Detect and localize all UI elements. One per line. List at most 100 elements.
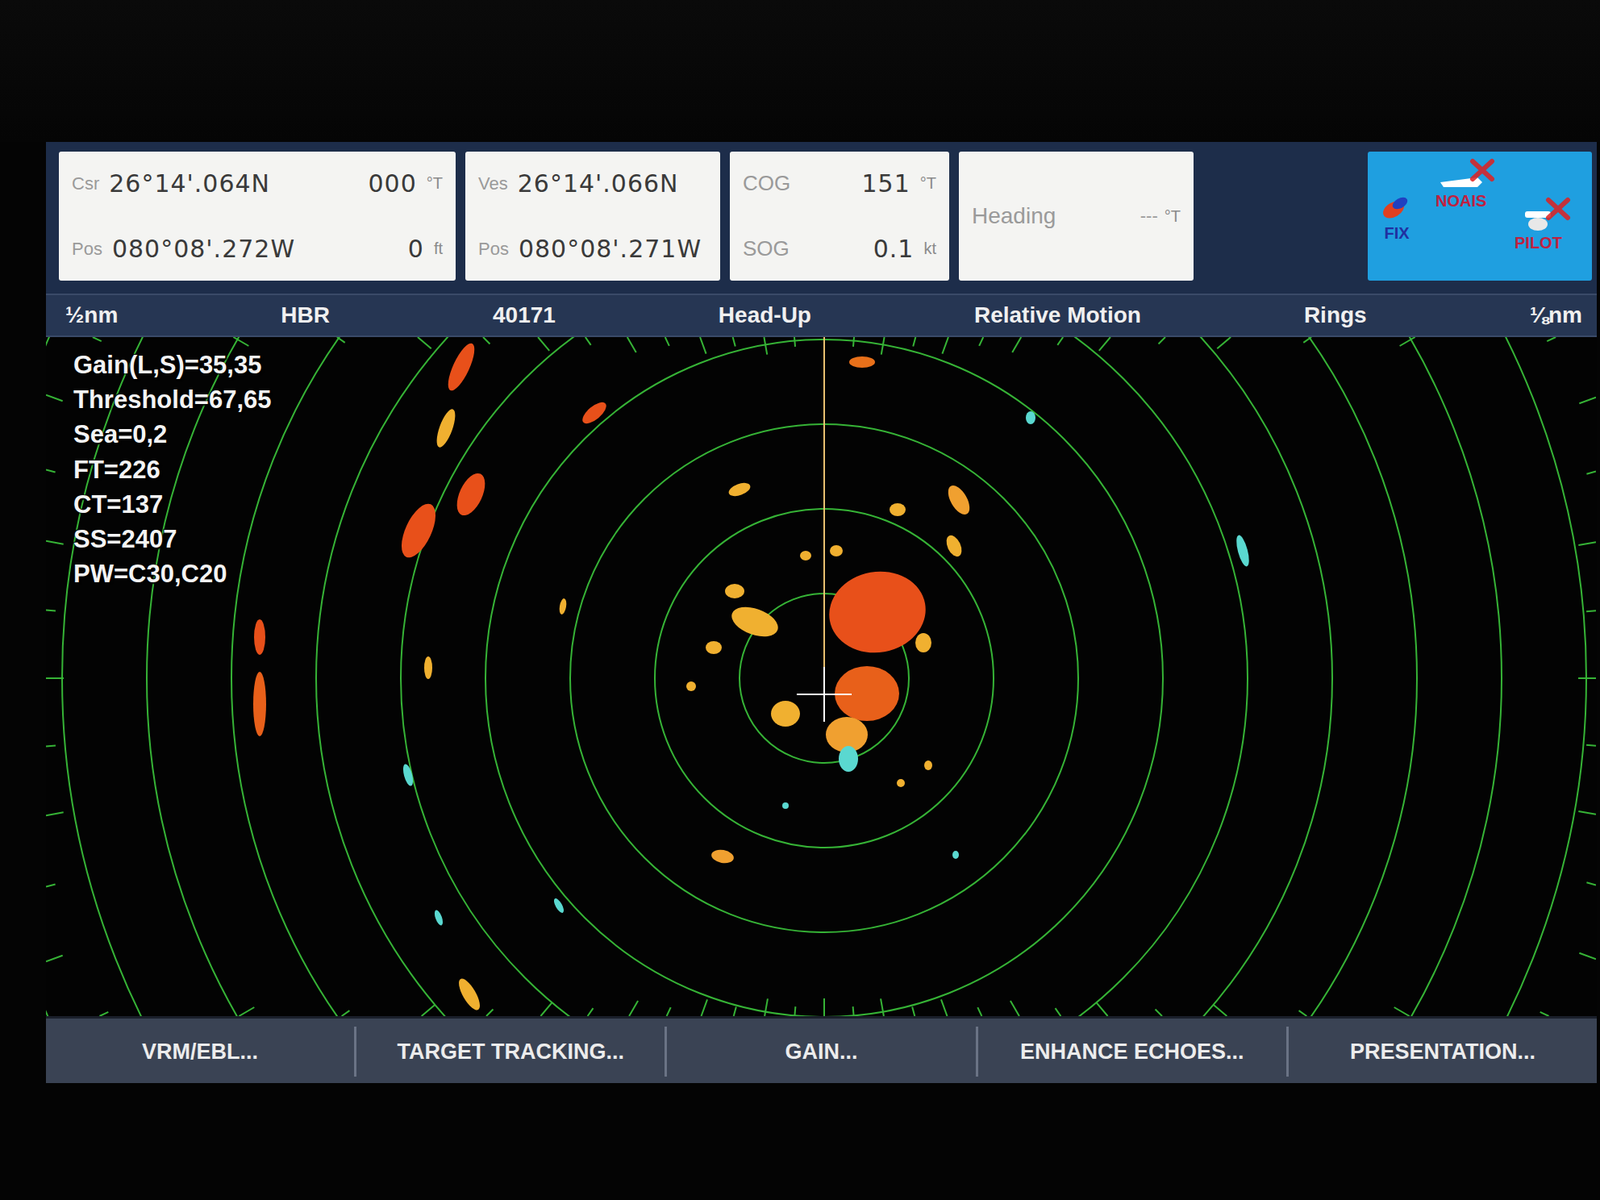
bearing-tick xyxy=(486,1009,493,1017)
bearing-tick xyxy=(794,1006,796,1017)
bearing-tick xyxy=(1586,610,1596,612)
label: Heading xyxy=(971,203,1056,230)
label: Pos xyxy=(71,238,103,260)
radar-echo xyxy=(686,681,696,692)
radar-echo xyxy=(552,896,567,914)
bearing-tick xyxy=(823,998,825,1017)
radar-echo xyxy=(838,745,859,772)
softkey-button[interactable]: TARGET TRACKING... xyxy=(356,1026,667,1077)
parameter: Threshold=67,65 xyxy=(73,384,272,415)
bearing-tick xyxy=(45,745,56,746)
heading-line xyxy=(823,337,825,679)
bearing-tick xyxy=(233,337,249,346)
disabled-x-icon xyxy=(1544,196,1572,221)
cursor-lon: 080°08'.272W xyxy=(112,234,296,263)
range-ring xyxy=(146,337,1502,1017)
radar-echo xyxy=(800,550,812,561)
bearing-tick xyxy=(45,955,63,963)
bearing-tick xyxy=(853,337,855,347)
bearing-tick xyxy=(417,337,432,349)
rings-value: ⅛nm xyxy=(1526,297,1586,334)
parameter: CT=137 xyxy=(73,489,272,520)
heading-box: Heading---°T xyxy=(958,151,1194,281)
bearing-tick xyxy=(1099,337,1111,351)
radar-echo xyxy=(424,656,433,680)
radar-echo xyxy=(849,356,875,368)
bearing-tick xyxy=(881,337,885,355)
bearing-tick xyxy=(941,999,948,1017)
bearing-tick xyxy=(421,1004,436,1017)
bearing-tick xyxy=(1586,882,1596,885)
bearing-tick xyxy=(45,677,64,680)
bearing-tick xyxy=(627,337,637,353)
softkey-bar: VRM/EBL...TARGET TRACKING...GAIN...ENHAN… xyxy=(45,1016,1597,1084)
bearing-tick xyxy=(45,395,63,402)
radar-echo xyxy=(442,340,480,394)
bearing-tick xyxy=(1578,811,1596,815)
range-ring xyxy=(400,337,1248,1017)
bearing-tick xyxy=(45,469,56,472)
softkey-button[interactable]: VRM/EBL... xyxy=(45,1026,357,1077)
radar-echo xyxy=(254,619,266,655)
code-label: 40171 xyxy=(489,297,559,334)
unit: °T xyxy=(920,174,937,193)
bearing-tick xyxy=(700,999,708,1017)
range-label[interactable]: ½nm xyxy=(62,297,121,334)
cursor-cross-icon xyxy=(796,666,852,722)
label: COG xyxy=(742,170,791,196)
bearing-tick xyxy=(1400,337,1416,346)
parameter: SS=2407 xyxy=(73,524,272,555)
mode-label[interactable]: HBR xyxy=(277,297,334,334)
rings-label[interactable]: Rings xyxy=(1300,297,1371,334)
status-label: FIX xyxy=(1380,222,1413,245)
radar-echo xyxy=(896,779,905,788)
bearing-tick xyxy=(1055,1008,1062,1017)
bearing-tick xyxy=(763,337,767,355)
range-ring xyxy=(45,337,1596,1017)
radar-echo xyxy=(889,503,906,517)
bearing-tick xyxy=(880,998,884,1017)
range-ring xyxy=(316,337,1333,1017)
satellite-icon xyxy=(1379,191,1415,223)
bearing-tick xyxy=(1012,337,1021,353)
label: Ves xyxy=(478,173,509,195)
cog-value: 151 xyxy=(862,169,911,198)
status-icon[interactable]: NOAIS xyxy=(1432,169,1490,213)
radar-echo xyxy=(253,671,267,737)
bearing-tick xyxy=(629,1000,638,1017)
status-icon[interactable]: FIX xyxy=(1379,191,1415,245)
bearing-tick xyxy=(99,1012,109,1017)
softkey-button[interactable]: ENHANCE ECHOES... xyxy=(978,1026,1289,1077)
softkey-button[interactable]: GAIN... xyxy=(666,1026,978,1077)
bearing-tick xyxy=(585,337,592,346)
bearing-tick xyxy=(1578,677,1596,680)
radar-echo xyxy=(1025,411,1036,425)
radar-echo xyxy=(1233,533,1252,568)
bearing-tick xyxy=(1155,1009,1163,1017)
vessel-box: Ves26°14'.066NPos080°08'.271W xyxy=(465,151,721,281)
softkey-button[interactable]: PRESENTATION... xyxy=(1288,1026,1597,1077)
bearing-tick xyxy=(483,337,490,344)
vessel-lat: 26°14'.066N xyxy=(517,169,680,198)
radar-header: ½nm HBR 40171 Head-Up Relative Motion Rings ⅛n… xyxy=(45,293,1597,338)
orientation-label[interactable]: Head-Up xyxy=(715,297,815,334)
bearing-tick xyxy=(1546,337,1556,342)
radar-echo xyxy=(782,802,789,809)
bearing-tick xyxy=(1578,541,1596,546)
radar-parameters: Gain(L,S)=35,35Threshold=67,65Sea=0,2FT=… xyxy=(73,350,272,589)
motion-label[interactable]: Relative Motion xyxy=(970,297,1145,334)
radar-canvas[interactable]: Gain(L,S)=35,35Threshold=67,65Sea=0,2FT=… xyxy=(45,337,1597,1017)
bearing-tick xyxy=(1057,337,1063,346)
bearing-tick xyxy=(1579,953,1596,960)
label: Pos xyxy=(478,238,509,260)
bearing-tick xyxy=(764,998,768,1017)
status-label: NOAIS xyxy=(1432,190,1490,213)
radar-echo xyxy=(558,597,567,615)
screen: Csr26°14'.064N000°TPos080°08'.272W0ftVes… xyxy=(45,141,1597,1084)
radar-echo xyxy=(450,469,491,521)
status-icon-panel[interactable]: FIX NOAIS PILOT xyxy=(1367,151,1592,281)
radar-echo xyxy=(579,398,610,427)
status-icon[interactable]: PILOT xyxy=(1511,208,1566,255)
bearing-tick xyxy=(45,610,56,612)
cursor-bearing: 000 xyxy=(368,169,417,198)
